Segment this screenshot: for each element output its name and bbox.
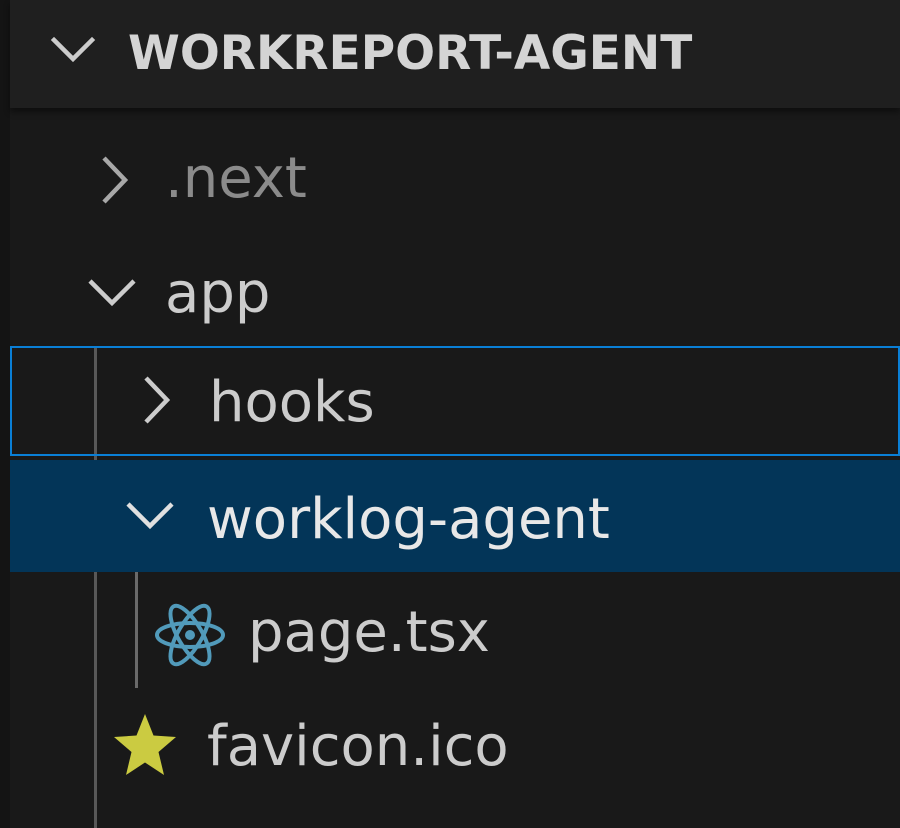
tree-item-app-folder[interactable]: app xyxy=(10,237,900,351)
react-icon xyxy=(155,603,225,667)
tree-item-label: app xyxy=(165,261,271,326)
activity-edge xyxy=(0,0,10,828)
chevron-right-icon xyxy=(144,376,171,424)
file-explorer: WORKREPORT-AGENT .next app hooks worklog… xyxy=(0,0,900,828)
tree-item-hooks-folder[interactable]: hooks xyxy=(10,346,900,456)
tree-item-page-tsx-file[interactable]: page.tsx xyxy=(10,576,900,690)
project-title: WORKREPORT-AGENT xyxy=(128,26,693,81)
star-icon xyxy=(114,714,176,775)
tree-item-label: worklog-agent xyxy=(207,487,610,552)
tree-item-favicon-file[interactable]: favicon.ico xyxy=(10,690,900,804)
tree-item-worklog-agent-folder[interactable]: worklog-agent xyxy=(10,460,900,572)
tree-item-label: page.tsx xyxy=(248,600,490,665)
chevron-down-icon xyxy=(88,279,136,307)
tree-item-label: hooks xyxy=(209,370,375,435)
tree-item-label: favicon.ico xyxy=(207,714,509,779)
chevron-right-icon xyxy=(102,156,129,204)
explorer-section-header[interactable]: WORKREPORT-AGENT xyxy=(10,0,900,108)
tree-item-label: .next xyxy=(165,146,307,211)
chevron-down-icon xyxy=(126,502,174,530)
chevron-down-icon xyxy=(50,36,96,63)
tree-item-next-folder[interactable]: .next xyxy=(10,122,900,236)
